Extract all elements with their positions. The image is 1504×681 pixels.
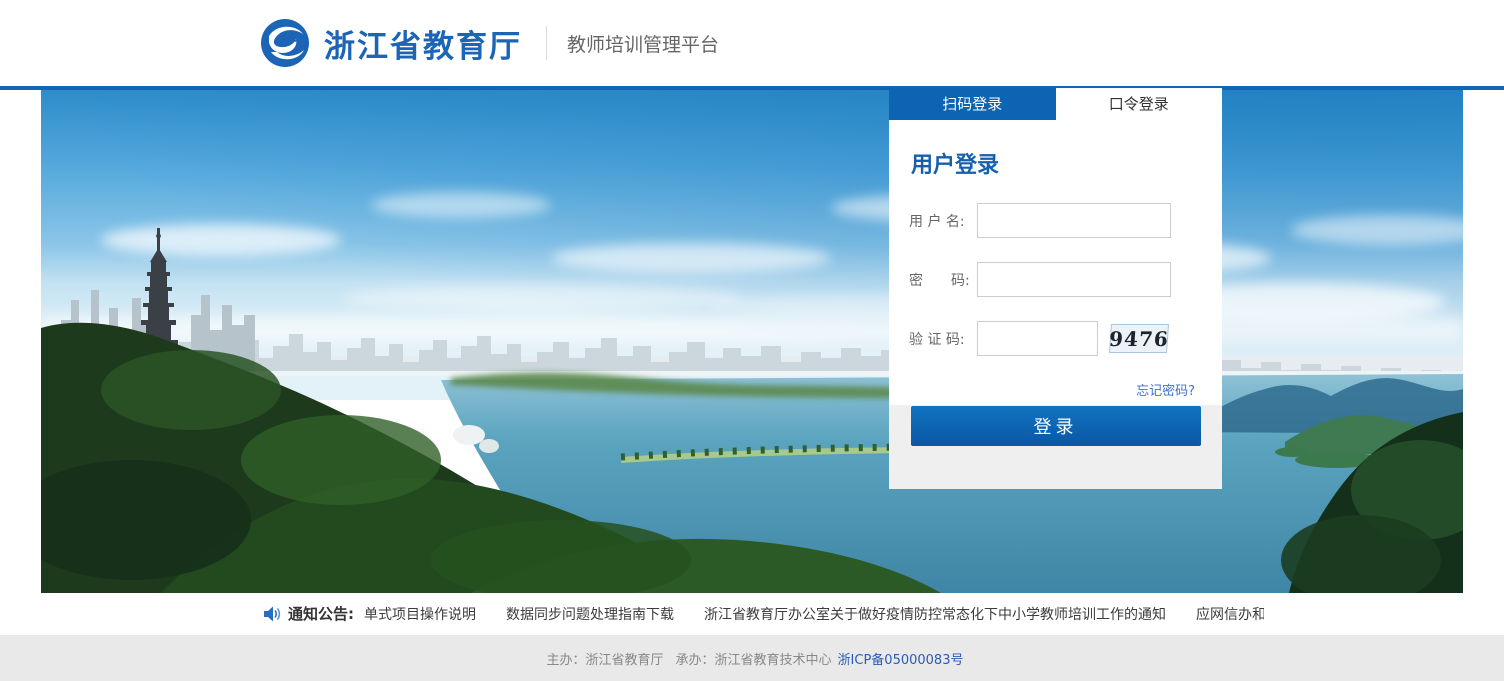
forgot-password-link[interactable]: 忘记密码? <box>1136 384 1195 399</box>
notice-label: 通知公告: <box>288 593 354 635</box>
speaker-icon <box>264 606 281 622</box>
header-divider <box>546 26 547 60</box>
login-button[interactable]: 登录 <box>911 406 1201 446</box>
notice-link[interactable]: 应网信办和公安厅的要求，需要升级 <box>1196 607 1264 623</box>
password-input[interactable] <box>977 262 1171 297</box>
login-tabs: 扫码登录 口令登录 <box>889 88 1222 120</box>
notice-link[interactable]: 数据同步问题处理指南下载 <box>506 607 674 623</box>
captcha-row: 验 证 码: 9476 <box>889 321 1222 356</box>
username-label: 用 户 名: <box>909 211 977 231</box>
captcha-input[interactable] <box>977 321 1098 356</box>
footer: 主办：浙江省教育厅 承办：浙江省教育技术中心 浙ICP备05000083号 <box>0 635 1504 681</box>
login-form: 用 户 名: 密 码: 验 证 码: 9476 忘记密码? <box>889 203 1222 399</box>
zhejiang-education-logo-icon <box>258 16 312 70</box>
footer-host: 主办：浙江省教育厅 <box>547 649 664 668</box>
password-row: 密 码: <box>889 262 1222 297</box>
header-brand: 浙江省教育厅 教师培训管理平台 <box>258 0 719 86</box>
login-title: 用户登录 <box>911 147 1222 179</box>
login-panel: 扫码登录 口令登录 用户登录 用 户 名: 密 码: 验 证 码: 9476 <box>889 88 1222 489</box>
platform-name: 教师培训管理平台 <box>567 30 719 57</box>
login-panel-footer: 登录 <box>889 405 1222 489</box>
forgot-row: 忘记密码? <box>889 380 1222 399</box>
hero-illustration <box>41 90 1463 593</box>
username-input[interactable] <box>977 203 1171 238</box>
icp-link[interactable]: 浙ICP备05000083号 <box>838 649 964 668</box>
org-name: 浙江省教育厅 <box>324 21 522 66</box>
password-label: 密 码: <box>909 270 977 290</box>
tab-scan-login[interactable]: 扫码登录 <box>889 88 1056 120</box>
notice-links: 单式项目操作说明 数据同步问题处理指南下载 浙江省教育厅办公室关于做好疫情防控常态化… <box>364 593 1264 635</box>
captcha-image[interactable]: 9476 <box>1109 324 1169 353</box>
username-row: 用 户 名: <box>889 203 1222 238</box>
notice-bar: 通知公告: 单式项目操作说明 数据同步问题处理指南下载 浙江省教育厅办公室关于做好疫… <box>0 593 1504 635</box>
header: 浙江省教育厅 教师培训管理平台 <box>0 0 1504 90</box>
hero-image-west-lake <box>41 90 1463 593</box>
tab-password-login[interactable]: 口令登录 <box>1056 88 1223 120</box>
notice-link[interactable]: 单式项目操作说明 <box>364 607 476 623</box>
footer-organizer: 承办：浙江省教育技术中心 <box>676 649 832 668</box>
captcha-label: 验 证 码: <box>909 329 977 349</box>
login-page: 浙江省教育厅 教师培训管理平台 <box>0 0 1504 681</box>
hero-section: 扫码登录 口令登录 用户登录 用 户 名: 密 码: 验 证 码: 9476 <box>0 90 1504 593</box>
notice-inner: 通知公告: 单式项目操作说明 数据同步问题处理指南下载 浙江省教育厅办公室关于做好疫… <box>264 593 1264 635</box>
notice-link[interactable]: 浙江省教育厅办公室关于做好疫情防控常态化下中小学教师培训工作的通知 <box>704 607 1166 623</box>
